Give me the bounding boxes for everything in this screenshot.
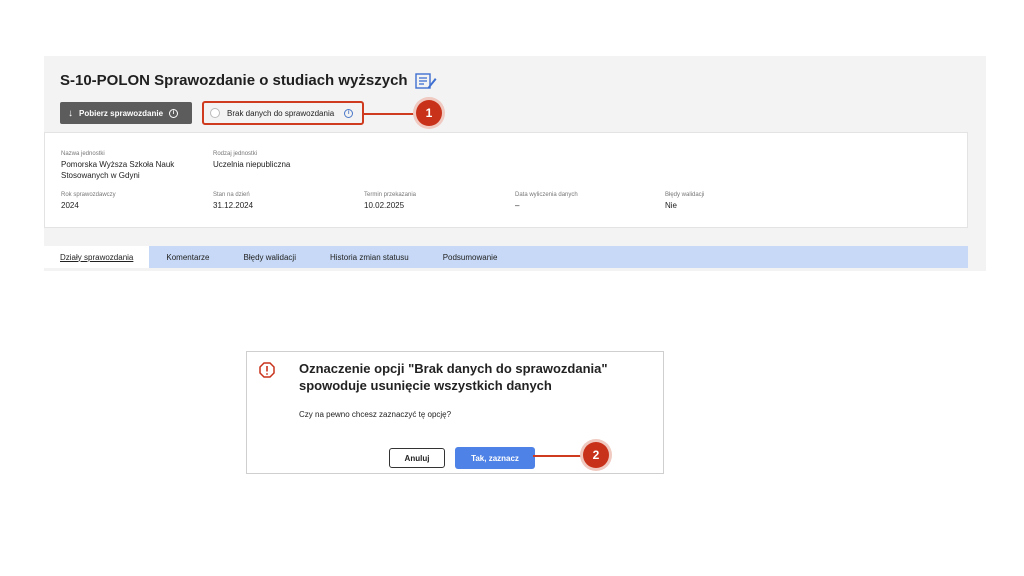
validation-errors-field: Błędy walidacji Nie (665, 192, 704, 211)
edit-list-icon[interactable] (414, 72, 437, 89)
calc-date-label: Data wyliczenia danych (515, 192, 578, 198)
report-tabs: Działy sprawozdania Komentarze Błędy wal… (44, 246, 968, 268)
download-arrow-icon: ↓ (68, 107, 73, 119)
confirm-button[interactable]: Tak, zaznacz (455, 447, 535, 469)
page-title: S-10-POLON Sprawozdanie o studiach wyższ… (60, 72, 408, 89)
tab-report-sections[interactable]: Działy sprawozdania (44, 246, 150, 268)
cancel-button[interactable]: Anuluj (389, 448, 445, 468)
unit-name-line-2: Stosowanych w Gdyni (61, 171, 140, 180)
annotation-connector-2 (533, 455, 583, 457)
report-panel: S-10-POLON Sprawozdanie o studiach wyższ… (44, 56, 986, 271)
unit-name-field: Nazwa jednostki Pomorska Wyższa Szkoła N… (61, 151, 174, 181)
dialog-title-line-1: Oznaczenie opcji "Brak danych do sprawoz… (299, 361, 608, 376)
no-data-checkbox[interactable] (210, 108, 220, 118)
annotation-connector-1 (364, 113, 416, 115)
state-label: Stan na dzień (213, 192, 250, 198)
dialog-title: Oznaczenie opcji "Brak danych do sprawoz… (299, 360, 639, 394)
report-info-card: Nazwa jednostki Pomorska Wyższa Szkoła N… (44, 132, 968, 228)
dialog-question: Czy na pewno chcesz zaznaczyć tę opcję? (299, 410, 452, 419)
state-value: 31.12.2024 (213, 201, 254, 210)
annotation-badge-1: 1 (416, 100, 442, 126)
unit-name-line-1: Pomorska Wyższa Szkoła Nauk (61, 160, 175, 169)
deadline-field: Termin przekazania 10.02.2025 (364, 192, 416, 211)
info-icon[interactable]: i (169, 108, 179, 118)
state-field: Stan na dzień 31.12.2024 (213, 192, 253, 211)
unit-name-label: Nazwa jednostki (61, 151, 105, 157)
validation-errors-value: Nie (665, 201, 678, 210)
download-report-button[interactable]: ↓ Pobierz sprawozdanie i (60, 102, 192, 124)
year-label: Rok sprawozdawczy (61, 192, 116, 198)
deadline-label: Termin przekazania (364, 192, 417, 198)
info-icon[interactable]: i (344, 108, 354, 118)
tab-summary[interactable]: Podsumowanie (426, 246, 515, 268)
tab-validation-errors[interactable]: Błędy walidacji (227, 246, 313, 268)
unit-type-value: Uczelnia niepubliczna (213, 160, 291, 169)
calc-date-value: – (515, 201, 520, 210)
dialog-title-line-2: spowoduje usunięcie wszystkich danych (299, 378, 552, 393)
title-row: S-10-POLON Sprawozdanie o studiach wyższ… (60, 72, 437, 89)
annotation-badge-2: 2 (583, 442, 609, 468)
validation-errors-label: Błędy walidacji (665, 192, 705, 198)
year-field: Rok sprawozdawczy 2024 (61, 192, 116, 211)
deadline-value: 10.02.2025 (364, 201, 405, 210)
no-data-option[interactable]: Brak danych do sprawozdania i (202, 101, 364, 125)
calc-date-field: Data wyliczenia danych – (515, 192, 578, 211)
no-data-label: Brak danych do sprawozdania (227, 108, 335, 118)
tab-status-history[interactable]: Historia zmian statusu (313, 246, 426, 268)
tab-comments[interactable]: Komentarze (149, 246, 226, 268)
download-report-label: Pobierz sprawozdanie (79, 108, 164, 118)
unit-type-label: Rodzaj jednostki (213, 151, 258, 157)
unit-name-value: Pomorska Wyższa Szkoła Nauk Stosowanych … (61, 159, 174, 181)
unit-type-field: Rodzaj jednostki Uczelnia niepubliczna (213, 151, 290, 170)
warning-icon (259, 362, 275, 378)
year-value: 2024 (61, 201, 79, 210)
